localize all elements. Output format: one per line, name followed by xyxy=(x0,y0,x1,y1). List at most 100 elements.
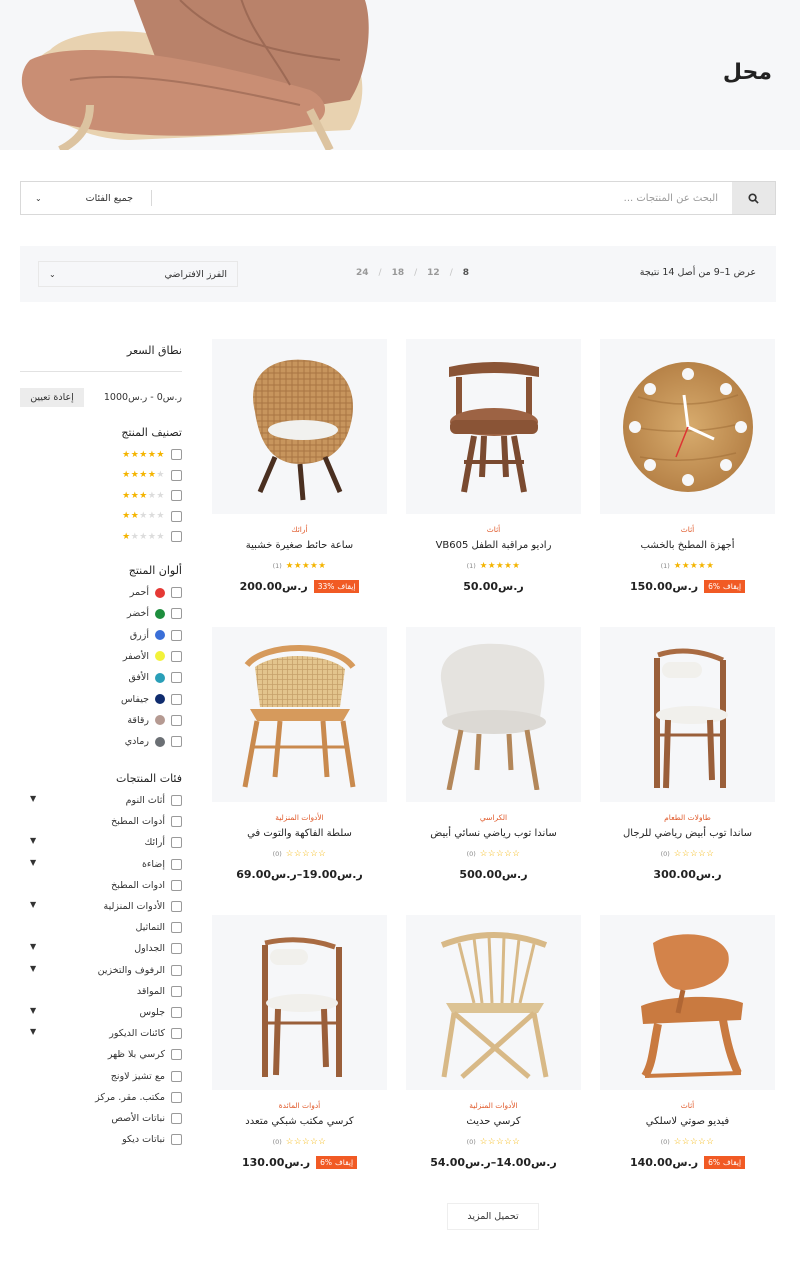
product-name[interactable]: أجهزة المطبخ بالخشب xyxy=(600,540,775,551)
expand-caret-icon[interactable]: ▼ xyxy=(30,794,36,803)
product-image[interactable] xyxy=(600,339,775,514)
checkbox[interactable] xyxy=(171,837,182,849)
per-page-option[interactable]: 18 xyxy=(392,268,405,278)
product-category[interactable]: طاولات الطعام xyxy=(600,813,775,822)
rating-filter-row[interactable]: ★★★★★ xyxy=(122,449,182,460)
category-filter-row[interactable]: التماثيل xyxy=(136,922,182,934)
product-name[interactable]: كرسي مكتب شبكي متعدد xyxy=(212,1116,387,1127)
color-filter-row[interactable]: أزرق xyxy=(130,629,182,641)
product-name[interactable]: كرسي حديث xyxy=(406,1116,581,1127)
product-image[interactable] xyxy=(212,915,387,1090)
category-filter-row[interactable]: مكتب. مقر. مركز xyxy=(95,1091,182,1103)
checkbox[interactable] xyxy=(171,1134,182,1146)
checkbox[interactable] xyxy=(171,490,182,501)
price-reset-button[interactable]: إعادة تعيين xyxy=(20,388,84,407)
rating-filter-row[interactable]: ★★★★★ xyxy=(122,490,182,501)
expand-caret-icon[interactable]: ▼ xyxy=(30,836,36,845)
category-filter-row[interactable]: جلوس xyxy=(139,1007,182,1018)
product-category[interactable]: الأدوات المنزلية xyxy=(406,1101,581,1110)
checkbox[interactable] xyxy=(171,587,182,598)
product-image[interactable] xyxy=(212,627,387,802)
product-category[interactable]: أرائك xyxy=(212,525,387,534)
checkbox[interactable] xyxy=(171,901,182,912)
checkbox[interactable] xyxy=(171,879,182,891)
product-image[interactable] xyxy=(406,627,581,802)
checkbox[interactable] xyxy=(171,795,182,806)
category-filter-row[interactable]: مع تشيز لاونج xyxy=(111,1070,182,1082)
product-category[interactable]: أدوات المائدة xyxy=(212,1101,387,1110)
color-filter-row[interactable]: أحمر xyxy=(130,587,182,598)
product-card[interactable]: أثاث فيديو صوتي لاسلكي (0) ☆☆☆☆☆ ر.س140.00 إي… xyxy=(600,915,775,1169)
category-filter-row[interactable]: إضاءة xyxy=(142,858,182,870)
product-card[interactable]: الأدوات المنزلية كرسي حديث (0) ☆☆☆☆☆ ر.س14.0… xyxy=(406,915,581,1169)
category-select[interactable]: جميع الفئات ⌄ xyxy=(21,182,151,214)
product-card[interactable]: طاولات الطعام ساندا توب أبيض رياضي للرجال… xyxy=(600,627,775,881)
product-image[interactable] xyxy=(600,627,775,802)
checkbox[interactable] xyxy=(171,922,182,934)
checkbox[interactable] xyxy=(171,943,182,955)
rating-filter-row[interactable]: ★★★★★ xyxy=(122,510,182,522)
sort-select[interactable]: الفرز الافتراضي ⌄ xyxy=(38,261,238,287)
checkbox[interactable] xyxy=(171,608,182,620)
product-name[interactable]: فيديو صوتي لاسلكي xyxy=(600,1116,775,1127)
checkbox[interactable] xyxy=(171,1028,182,1040)
price-slider-track[interactable] xyxy=(20,371,182,372)
category-filter-row[interactable]: الأدوات المنزلية xyxy=(104,901,182,912)
product-card[interactable]: أثاث راديو مراقبة الطفل VB605 (1) ★★★★★ ر.س5… xyxy=(406,339,581,593)
product-image[interactable] xyxy=(406,915,581,1090)
per-page-option[interactable]: 8 xyxy=(463,268,469,278)
product-card[interactable]: الأدوات المنزلية سلطة الفاكهة والتوت في (0… xyxy=(212,627,387,881)
category-filter-row[interactable]: الرفوف والتخزين xyxy=(98,964,182,976)
product-name[interactable]: ساعة حائط صغيرة خشبية xyxy=(212,540,387,551)
checkbox[interactable] xyxy=(171,1049,182,1061)
expand-caret-icon[interactable]: ▼ xyxy=(30,1027,36,1036)
category-filter-row[interactable]: أثاث النوم xyxy=(126,795,182,806)
expand-caret-icon[interactable]: ▼ xyxy=(30,858,36,867)
checkbox[interactable] xyxy=(171,469,182,481)
category-filter-row[interactable]: أدوات المطبخ xyxy=(111,816,182,828)
checkbox[interactable] xyxy=(171,650,182,662)
checkbox[interactable] xyxy=(171,1113,182,1124)
category-filter-row[interactable]: الجداول xyxy=(134,943,182,955)
product-card[interactable]: أرائك ساعة حائط صغيرة خشبية (1) ★★★★★ ر.س200… xyxy=(212,339,387,593)
per-page-option[interactable]: 12 xyxy=(427,268,440,278)
product-name[interactable]: راديو مراقبة الطفل VB605 xyxy=(406,540,581,551)
product-category[interactable]: الأدوات المنزلية xyxy=(212,813,387,822)
expand-caret-icon[interactable]: ▼ xyxy=(30,900,36,909)
color-filter-row[interactable]: الأفق xyxy=(128,672,182,684)
product-category[interactable]: الكراسي xyxy=(406,813,581,822)
category-filter-row[interactable]: نباتات الأصص xyxy=(111,1113,182,1124)
product-card[interactable]: أدوات المائدة كرسي مكتب شبكي متعدد (0) ☆☆☆☆… xyxy=(212,915,387,1169)
checkbox[interactable] xyxy=(171,736,182,748)
search-input[interactable] xyxy=(150,182,732,214)
product-name[interactable]: ساندا توب أبيض رياضي للرجال xyxy=(600,828,775,839)
product-category[interactable]: أثاث xyxy=(600,525,775,534)
per-page-option[interactable]: 24 xyxy=(356,268,369,278)
checkbox[interactable] xyxy=(171,629,182,641)
color-filter-row[interactable]: جيفاس xyxy=(121,693,182,705)
category-filter-row[interactable]: كرسي بلا ظهر xyxy=(108,1049,182,1061)
category-filter-row[interactable]: كائنات الديكور xyxy=(109,1028,182,1040)
color-filter-row[interactable]: أخضر xyxy=(127,608,182,620)
expand-caret-icon[interactable]: ▼ xyxy=(30,942,36,951)
product-card[interactable]: الكراسي ساندا توب رياضي نسائي أبيض (0) ☆☆☆☆… xyxy=(406,627,581,881)
checkbox[interactable] xyxy=(171,672,182,684)
category-filter-row[interactable]: ادوات المطبخ xyxy=(111,879,182,891)
color-filter-row[interactable]: الأصفر xyxy=(123,650,182,662)
product-name[interactable]: ساندا توب رياضي نسائي أبيض xyxy=(406,828,581,839)
product-card[interactable]: أثاث أجهزة المطبخ بالخشب (1) ★★★★★ ر.س150.00… xyxy=(600,339,775,593)
product-image[interactable] xyxy=(600,915,775,1090)
color-filter-row[interactable]: رمادي xyxy=(125,736,182,748)
rating-filter-row[interactable]: ★★★★★ xyxy=(122,531,182,542)
search-button[interactable] xyxy=(732,182,775,214)
checkbox[interactable] xyxy=(171,1070,182,1082)
checkbox[interactable] xyxy=(171,449,182,460)
checkbox[interactable] xyxy=(171,714,182,726)
product-image[interactable] xyxy=(406,339,581,514)
checkbox[interactable] xyxy=(171,985,182,997)
rating-filter-row[interactable]: ★★★★★ xyxy=(122,469,182,481)
checkbox[interactable] xyxy=(171,693,182,705)
color-filter-row[interactable]: رقاقة xyxy=(127,714,182,726)
product-category[interactable]: أثاث xyxy=(600,1101,775,1110)
checkbox[interactable] xyxy=(171,964,182,976)
